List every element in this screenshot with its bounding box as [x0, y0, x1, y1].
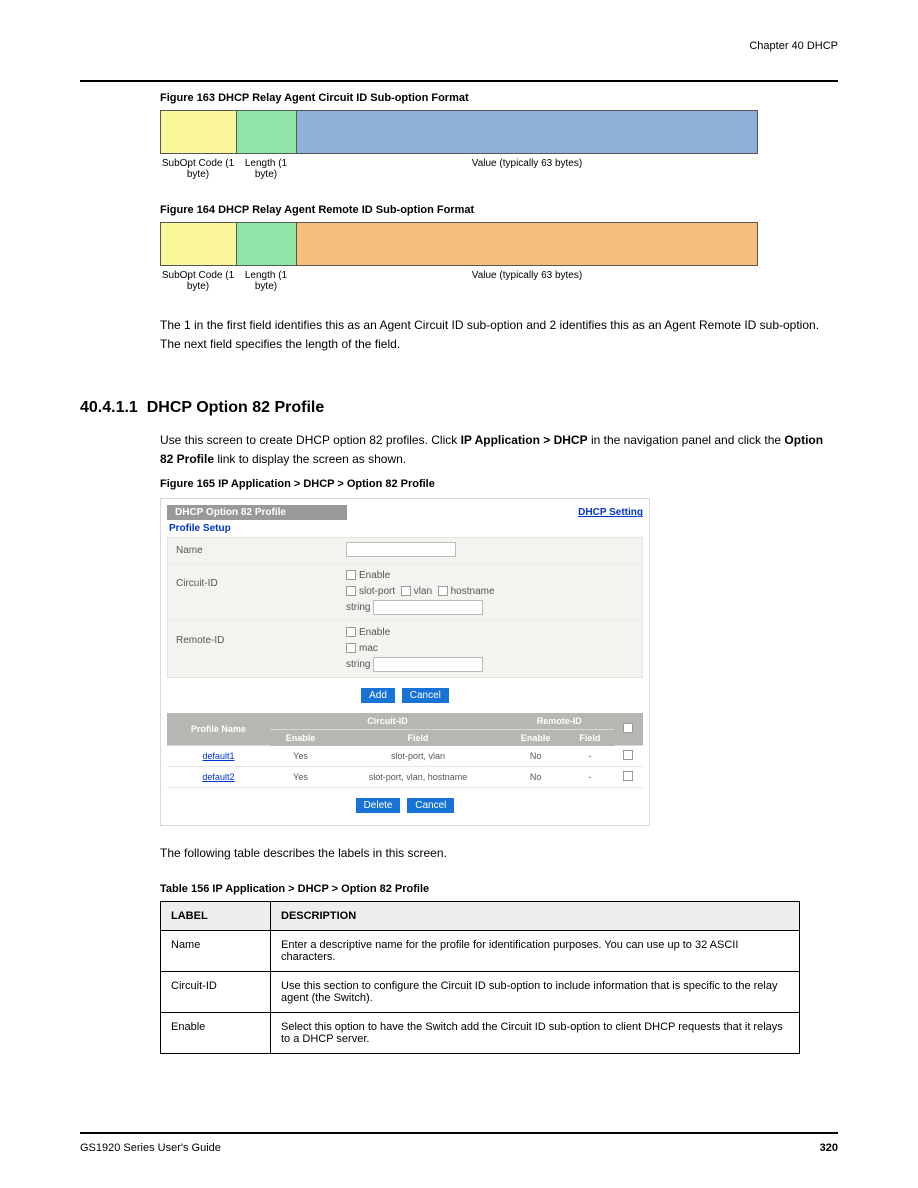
table-row: Name Enter a descriptive name for the pr… — [161, 930, 800, 971]
paragraph-1: The 1 in the first field identifies this… — [160, 316, 838, 353]
table-row: default2 Yes slot-port, vlan, hostname N… — [167, 767, 643, 788]
figure-164-labels: SubOpt Code (1 byte) Length (1 byte) Val… — [160, 270, 758, 292]
circuit-enable-checkbox[interactable] — [346, 570, 356, 580]
label-value: Value (typically 63 bytes) — [296, 158, 758, 180]
paragraph-3: The following table describes the labels… — [160, 844, 838, 863]
circuit-enable-label: Enable — [359, 570, 390, 581]
profile-link-default2[interactable]: default2 — [202, 772, 234, 782]
breadcrumb: Chapter 40 DHCP — [80, 40, 838, 52]
figure-163-labels: SubOpt Code (1 byte) Length (1 byte) Val… — [160, 158, 758, 180]
profiles-table: Profile Name Circuit-ID Remote-ID Enable… — [167, 713, 643, 789]
label-subopt-code: SubOpt Code (1 byte) — [160, 270, 236, 292]
value-segment-blue — [297, 111, 757, 153]
cancel-button[interactable]: Cancel — [402, 688, 449, 703]
profile-link-default1[interactable]: default1 — [202, 751, 234, 761]
section-number: 40.4.1.1 — [80, 399, 138, 416]
slot-port-checkbox[interactable] — [346, 586, 356, 596]
slot-port-label: slot-port — [359, 586, 395, 597]
label-length: Length (1 byte) — [236, 158, 296, 180]
select-all-checkbox[interactable] — [623, 723, 633, 733]
th-circuit-field: Field — [331, 729, 505, 746]
screenshot-caption: Figure 165 IP Application > DHCP > Optio… — [160, 478, 838, 490]
footer: GS1920 Series User's Guide 320 — [80, 1142, 838, 1154]
cell-description: Select this option to have the Switch ad… — [271, 1012, 800, 1053]
th-label: LABEL — [161, 901, 271, 930]
cell-label: Name — [161, 930, 271, 971]
mac-checkbox[interactable] — [346, 643, 356, 653]
section-heading: 40.4.1.1 DHCP Option 82 Profile — [80, 399, 838, 417]
cell-description: Use this section to configure the Circui… — [271, 971, 800, 1012]
th-remote-id: Remote-ID — [505, 713, 614, 730]
length-segment — [237, 223, 297, 265]
delete-button[interactable]: Delete — [356, 798, 401, 813]
cancel-button-2[interactable]: Cancel — [407, 798, 454, 813]
table-156: LABEL DESCRIPTION Name Enter a descripti… — [160, 901, 800, 1054]
cell-circuit-field: slot-port, vlan — [331, 746, 505, 767]
cell-remote-field: - — [566, 767, 613, 788]
page-number: 320 — [820, 1142, 838, 1154]
section-title: DHCP Option 82 Profile — [147, 399, 325, 416]
hostname-label: hostname — [451, 586, 495, 597]
th-remote-enable: Enable — [505, 729, 566, 746]
remote-string-input[interactable] — [373, 657, 483, 672]
value-segment-orange — [297, 223, 757, 265]
remote-enable-label: Enable — [359, 627, 390, 638]
label-subopt-code: SubOpt Code (1 byte) — [160, 158, 236, 180]
cell-circuit-field: slot-port, vlan, hostname — [331, 767, 505, 788]
length-segment — [237, 111, 297, 153]
profile-setup-heading: Profile Setup — [169, 523, 643, 534]
table-row: Circuit-ID Use this section to configure… — [161, 971, 800, 1012]
label-value: Value (typically 63 bytes) — [296, 270, 758, 292]
row-checkbox[interactable] — [623, 750, 633, 760]
cell-remote-field: - — [566, 746, 613, 767]
profile-form: Name Circuit-ID Enable slot-port vlan ho… — [167, 537, 643, 677]
vlan-label: vlan — [414, 586, 432, 597]
screenshot: DHCP Option 82 Profile DHCP Setting Prof… — [160, 498, 650, 826]
table-row: default1 Yes slot-port, vlan No - — [167, 746, 643, 767]
add-button[interactable]: Add — [361, 688, 395, 703]
th-circuit-enable: Enable — [270, 729, 331, 746]
mac-label: mac — [359, 643, 378, 654]
cell-label: Circuit-ID — [161, 971, 271, 1012]
cell-description: Enter a descriptive name for the profile… — [271, 930, 800, 971]
cell-remote-enable: No — [505, 767, 566, 788]
vlan-checkbox[interactable] — [401, 586, 411, 596]
figure-163-caption: Figure 163 DHCP Relay Agent Circuit ID S… — [160, 92, 758, 104]
circuit-string-input[interactable] — [373, 600, 483, 615]
figure-163-bar — [160, 110, 758, 154]
th-select-all — [614, 713, 643, 746]
remote-string-label: string — [346, 659, 370, 670]
figure-164-bar — [160, 222, 758, 266]
figure-164: Figure 164 DHCP Relay Agent Remote ID Su… — [160, 204, 758, 292]
th-profile-name: Profile Name — [167, 713, 270, 746]
table-row: Enable Select this option to have the Sw… — [161, 1012, 800, 1053]
footer-left: GS1920 Series User's Guide — [80, 1142, 221, 1154]
subopt-code-segment — [161, 111, 237, 153]
paragraph-2: Use this screen to create DHCP option 82… — [160, 431, 838, 468]
footer-rule — [80, 1132, 838, 1134]
label-length: Length (1 byte) — [236, 270, 296, 292]
circuit-id-label: Circuit-ID — [176, 568, 346, 589]
remote-id-label: Remote-ID — [176, 625, 346, 646]
cell-circuit-enable: Yes — [270, 767, 331, 788]
circuit-string-label: string — [346, 602, 370, 613]
cell-remote-enable: No — [505, 746, 566, 767]
th-description: DESCRIPTION — [271, 901, 800, 930]
cell-circuit-enable: Yes — [270, 746, 331, 767]
hostname-checkbox[interactable] — [438, 586, 448, 596]
row-checkbox[interactable] — [623, 771, 633, 781]
figure-164-caption: Figure 164 DHCP Relay Agent Remote ID Su… — [160, 204, 758, 216]
cell-label: Enable — [161, 1012, 271, 1053]
header-rule — [80, 80, 838, 82]
table-156-caption: Table 156 IP Application > DHCP > Option… — [160, 883, 838, 895]
th-circuit-id: Circuit-ID — [270, 713, 505, 730]
remote-enable-checkbox[interactable] — [346, 627, 356, 637]
name-input[interactable] — [346, 542, 456, 557]
subopt-code-segment — [161, 223, 237, 265]
dhcp-setting-link[interactable]: DHCP Setting — [578, 507, 643, 518]
figure-163: Figure 163 DHCP Relay Agent Circuit ID S… — [160, 92, 758, 180]
panel-title: DHCP Option 82 Profile — [167, 505, 347, 520]
th-remote-field: Field — [566, 729, 613, 746]
name-label: Name — [176, 545, 346, 556]
